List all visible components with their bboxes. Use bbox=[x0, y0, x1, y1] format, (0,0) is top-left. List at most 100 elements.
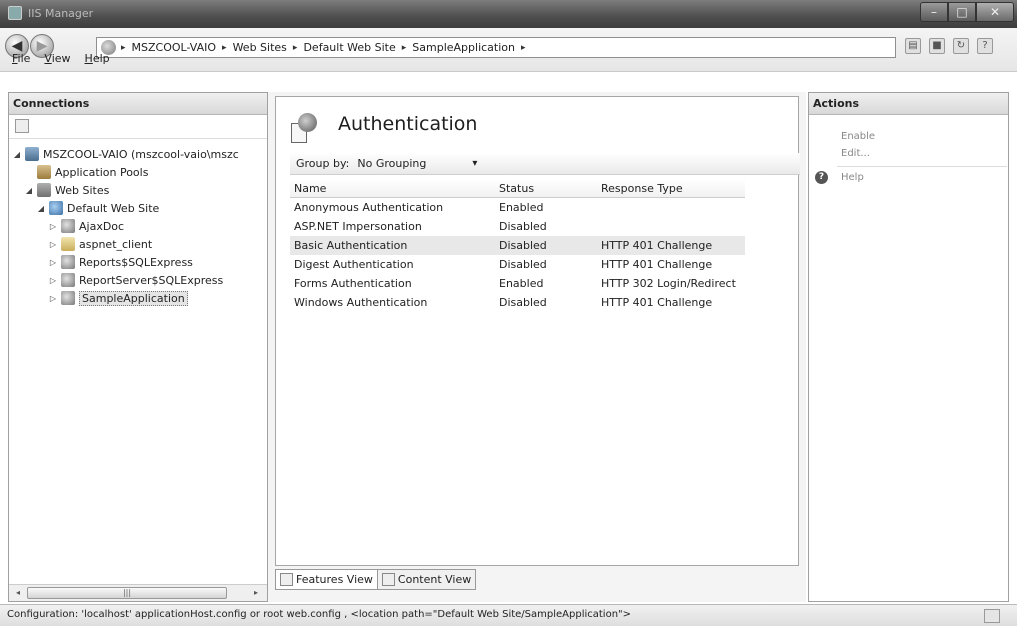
collapse-arrow-icon[interactable]: ◢ bbox=[13, 150, 21, 159]
iis-manager-icon bbox=[8, 6, 22, 20]
tree-node-ajaxdoc[interactable]: ▷ AjaxDoc bbox=[49, 217, 124, 235]
expand-arrow-icon[interactable]: ▷ bbox=[49, 294, 57, 303]
tree-node-default-web-site[interactable]: ◢ Default Web Site bbox=[37, 199, 159, 217]
breadcrumb-web-sites[interactable]: Web Sites bbox=[233, 41, 287, 55]
application-icon bbox=[61, 255, 75, 269]
tree-node-aspnet-client[interactable]: ▷ aspnet_client bbox=[49, 235, 152, 253]
table-row[interactable]: Basic Authentication Disabled HTTP 401 C… bbox=[290, 236, 745, 255]
globe-icon bbox=[49, 201, 63, 215]
menu-view[interactable]: View bbox=[44, 48, 70, 70]
application-icon bbox=[61, 291, 75, 305]
maximize-button[interactable]: □ bbox=[948, 2, 976, 22]
breadcrumb-separator: ▸ bbox=[521, 43, 526, 53]
help-icon[interactable]: ? bbox=[977, 38, 993, 54]
action-help[interactable]: Help bbox=[841, 172, 864, 183]
minimize-button[interactable]: – bbox=[920, 2, 948, 22]
cell-response-type: HTTP 401 Challenge bbox=[601, 239, 713, 252]
authentication-icon bbox=[291, 113, 317, 143]
table-row[interactable]: Anonymous Authentication Enabled bbox=[290, 198, 745, 217]
cell-name: Windows Authentication bbox=[294, 296, 428, 309]
feature-pane: Authentication Group by: No Grouping Nam… bbox=[268, 92, 806, 602]
application-icon bbox=[61, 219, 75, 233]
collapse-arrow-icon[interactable]: ◢ bbox=[37, 204, 45, 213]
tree-node-sample-application[interactable]: ▷ SampleApplication bbox=[49, 289, 188, 307]
address-bar[interactable]: ▸ MSZCOOL-VAIO ▸ Web Sites ▸ Default Web… bbox=[96, 37, 896, 58]
column-header-status[interactable]: Status bbox=[495, 182, 597, 195]
scroll-right-arrow-icon[interactable]: ▸ bbox=[249, 587, 263, 599]
toolbar-icons: ▤ ■ ↻ ? bbox=[905, 38, 993, 54]
collapse-arrow-icon[interactable]: ◢ bbox=[25, 186, 33, 195]
stop-icon[interactable]: ■ bbox=[929, 38, 945, 54]
view-icon[interactable]: ▤ bbox=[905, 38, 921, 54]
tree-node-label: SampleApplication bbox=[79, 290, 188, 306]
breadcrumb-sample-application[interactable]: SampleApplication bbox=[412, 41, 515, 55]
table-row[interactable]: ASP.NET Impersonation Disabled bbox=[290, 217, 745, 236]
tree-node-label: AjaxDoc bbox=[79, 219, 125, 233]
tree-node-label: MSZCOOL-VAIO (mszcool-vaio\mszc bbox=[43, 147, 239, 161]
actions-header: Actions bbox=[809, 93, 1008, 115]
cell-status: Disabled bbox=[499, 296, 547, 309]
connections-toolbar bbox=[9, 115, 267, 139]
group-by-label: Group by: bbox=[296, 157, 350, 170]
tree-node-web-sites[interactable]: ◢ Web Sites bbox=[25, 181, 109, 199]
tree-node-reportserver-sqlexpress[interactable]: ▷ ReportServer$SQLExpress bbox=[49, 271, 223, 289]
menu-file[interactable]: File bbox=[12, 48, 30, 70]
window-title: IIS Manager bbox=[28, 7, 94, 20]
cell-status: Disabled bbox=[499, 258, 547, 271]
tree-node-label: Default Web Site bbox=[67, 201, 160, 215]
tree-node-application-pools[interactable]: Application Pools bbox=[37, 163, 148, 181]
horizontal-scrollbar[interactable]: ◂ ||| ▸ bbox=[9, 584, 267, 601]
refresh-icon[interactable]: ↻ bbox=[953, 38, 969, 54]
server-icon bbox=[25, 147, 39, 161]
breadcrumb-default-web-site[interactable]: Default Web Site bbox=[303, 41, 395, 55]
status-text: Configuration: 'localhost' applicationHo… bbox=[7, 609, 632, 620]
table-row[interactable]: Windows Authentication Disabled HTTP 401… bbox=[290, 293, 745, 312]
expand-arrow-icon[interactable]: ▷ bbox=[49, 276, 57, 285]
column-header-response-type[interactable]: Response Type bbox=[597, 182, 745, 195]
actions-pane: Actions Enable Edit... ? Help bbox=[808, 92, 1009, 602]
feature-content: Authentication Group by: No Grouping Nam… bbox=[275, 96, 800, 566]
menu-help[interactable]: Help bbox=[85, 48, 110, 70]
tree-node-label: aspnet_client bbox=[79, 237, 153, 251]
content-view-icon bbox=[381, 573, 395, 586]
view-tabs: Features View Content View bbox=[275, 569, 477, 590]
group-by-bar: Group by: No Grouping bbox=[290, 153, 800, 175]
table-header: Name Status Response Type bbox=[290, 179, 745, 198]
cell-name: ASP.NET Impersonation bbox=[294, 220, 422, 233]
app-pools-icon bbox=[37, 165, 51, 179]
tab-content-view[interactable]: Content View bbox=[377, 569, 477, 590]
breadcrumb-server[interactable]: MSZCOOL-VAIO bbox=[132, 41, 217, 55]
expand-arrow-icon[interactable]: ▷ bbox=[49, 240, 57, 249]
close-button[interactable]: ✕ bbox=[976, 2, 1014, 22]
expand-arrow-icon[interactable]: ▷ bbox=[49, 258, 57, 267]
network-status-icon bbox=[984, 609, 1000, 623]
tree-node-label: ReportServer$SQLExpress bbox=[79, 273, 224, 287]
scroll-left-arrow-icon[interactable]: ◂ bbox=[11, 587, 25, 599]
group-by-dropdown[interactable]: No Grouping bbox=[355, 155, 481, 173]
cell-status: Enabled bbox=[499, 201, 544, 214]
table-row[interactable]: Digest Authentication Disabled HTTP 401 … bbox=[290, 255, 745, 274]
action-edit[interactable]: Edit... bbox=[841, 148, 870, 159]
breadcrumb-separator: ▸ bbox=[121, 43, 126, 53]
tree-node-server[interactable]: ◢ MSZCOOL-VAIO (mszcool-vaio\mszc bbox=[13, 145, 239, 163]
breadcrumb-separator: ▸ bbox=[292, 43, 298, 53]
tree-node-reports-sqlexpress[interactable]: ▷ Reports$SQLExpress bbox=[49, 253, 193, 271]
tab-features-view[interactable]: Features View bbox=[275, 569, 378, 590]
table-row[interactable]: Forms Authentication Enabled HTTP 302 Lo… bbox=[290, 274, 745, 293]
tree-node-label: Reports$SQLExpress bbox=[79, 255, 193, 269]
column-header-name[interactable]: Name bbox=[290, 182, 495, 195]
tree-node-label: Application Pools bbox=[55, 165, 149, 179]
tab-label: Features View bbox=[296, 573, 373, 586]
scrollbar-thumb[interactable]: ||| bbox=[27, 587, 227, 599]
connections-header: Connections bbox=[9, 93, 267, 115]
cell-status: Disabled bbox=[499, 239, 547, 252]
action-enable[interactable]: Enable bbox=[841, 131, 875, 142]
expand-arrow-icon[interactable]: ▷ bbox=[49, 222, 57, 231]
page-title: Authentication bbox=[338, 113, 478, 135]
cell-status: Enabled bbox=[499, 277, 544, 290]
menu-bar: File View Help bbox=[0, 48, 110, 70]
connect-icon[interactable] bbox=[15, 119, 29, 133]
authentication-table: Name Status Response Type Anonymous Auth… bbox=[290, 179, 745, 312]
help-icon: ? bbox=[815, 171, 828, 184]
breadcrumb: ▸ MSZCOOL-VAIO ▸ Web Sites ▸ Default Web… bbox=[121, 41, 526, 55]
